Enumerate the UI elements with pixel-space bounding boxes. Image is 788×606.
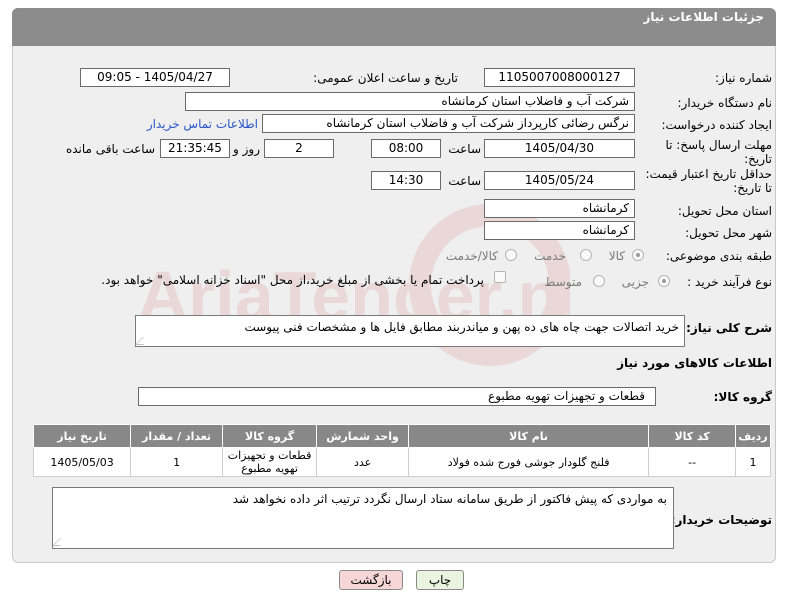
reply-days-label: روز و [233, 142, 260, 156]
goods-info-title: اطلاعات کالاهای مورد نیاز [617, 356, 772, 370]
announce-datetime-label: تاریخ و ساعت اعلان عمومی: [313, 71, 458, 85]
reply-days-field: 2 [264, 139, 334, 158]
reply-date-field: 1405/04/30 [484, 139, 635, 158]
delivery-city-field: کرمانشاه [484, 221, 635, 240]
col-goods-name: نام کالا [408, 424, 650, 448]
purchase-type-medium-radio[interactable] [593, 275, 605, 287]
announce-datetime-field: 1405/04/27 - 09:05 [80, 68, 230, 87]
table-row: 1 -- فلنج گلودار جوشی فورج شده فولاد عدد… [32, 447, 771, 477]
reply-time-label: ساعت [448, 142, 481, 156]
buyer-org-field: شرکت آب و فاضلاب استان کرمانشاه [185, 92, 635, 111]
purchase-type-small-radio[interactable] [658, 275, 670, 287]
category-goods-service-radio[interactable] [505, 249, 517, 261]
requester-label: ایجاد کننده درخواست: [661, 118, 772, 132]
buyer-org-label: نام دستگاه خریدار: [677, 96, 773, 110]
price-validity-label-2: تا تاریخ: [733, 181, 772, 195]
reply-deadline-label-1: مهلت ارسال پاسخ: تا [665, 138, 772, 152]
col-unit: واحد شمارش [316, 424, 410, 448]
buyer-contact-link[interactable]: اطلاعات تماس خریدار [147, 117, 258, 131]
buyer-notes-textarea[interactable]: به مواردی که پیش فاکتور از طریق سامانه س… [52, 487, 674, 549]
col-quantity: تعداد / مقدار [130, 424, 224, 448]
reply-time-field: 08:00 [371, 139, 441, 158]
description-textarea[interactable]: خرید اتصالات جهت چاه های ده پهن و میاندر… [135, 315, 685, 347]
buyer-notes-label: توضیحات خریدار: [670, 513, 772, 527]
cell-goods-code: -- [648, 447, 737, 477]
category-goods-service-label: کالا/خدمت [445, 249, 498, 263]
cell-goods-group: قطعات و تجهیزات تهویه مطبوع [222, 447, 318, 477]
treasury-payment-checkbox[interactable] [494, 271, 506, 283]
description-label: شرح کلی نیاز: [686, 321, 772, 335]
cell-row-number: 1 [735, 447, 771, 477]
goods-table-header-row: ردیف کد کالا نام کالا واحد شمارش گروه کا… [32, 424, 771, 448]
cell-need-date: 1405/05/03 [32, 447, 132, 477]
delivery-province-label: استان محل تحویل: [677, 204, 772, 218]
col-goods-group: گروه کالا [222, 424, 318, 448]
price-validity-time-label: ساعت [448, 174, 481, 188]
page-title: جزئیات اطلاعات نیاز [643, 10, 764, 24]
goods-group-label: گروه کالا: [713, 390, 772, 404]
remaining-time-label: ساعت باقی مانده [65, 142, 155, 156]
col-need-date: تاریخ نیاز [32, 424, 132, 448]
price-validity-label-1: حداقل تاریخ اعتبار قیمت: [645, 167, 772, 181]
category-service-radio[interactable] [580, 249, 592, 261]
category-goods-label: کالا [608, 249, 625, 263]
reply-deadline-label-2: تاریخ: [744, 152, 772, 166]
delivery-province-field: کرمانشاه [484, 199, 635, 218]
col-row-number: ردیف [735, 424, 771, 448]
remaining-time-field: 21:35:45 [160, 139, 230, 158]
requester-field: نرگس رضائی کارپرداز شرکت آب و فاضلاب است… [262, 114, 635, 133]
category-label: طبقه بندی موضوعی: [665, 249, 772, 263]
back-button[interactable]: بازگشت [339, 570, 403, 590]
category-goods-radio[interactable] [632, 249, 644, 261]
cell-goods-name: فلنج گلودار جوشی فورج شده فولاد [408, 447, 650, 477]
cell-quantity: 1 [130, 447, 224, 477]
purchase-type-small-label: جزیی [621, 275, 649, 289]
cell-unit: عدد [316, 447, 410, 477]
goods-table: ردیف کد کالا نام کالا واحد شمارش گروه کا… [32, 424, 771, 477]
purchase-type-label: نوع فرآیند خرید : [687, 275, 772, 289]
need-number-label: شماره نیاز: [715, 71, 772, 85]
price-validity-date-field: 1405/05/24 [484, 171, 635, 190]
purchase-type-medium-label: متوسط [544, 275, 582, 289]
category-service-label: خدمت [534, 249, 566, 263]
need-number-field: 1105007008000127 [484, 68, 635, 87]
col-goods-code: کد کالا [648, 424, 737, 448]
treasury-payment-note: پرداخت تمام یا بخشی از مبلغ خرید،از محل … [101, 273, 484, 287]
price-validity-time-field: 14:30 [371, 171, 441, 190]
print-button[interactable]: چاپ [416, 570, 464, 590]
delivery-city-label: شهر محل تحویل: [685, 226, 772, 240]
goods-group-field: قطعات و تجهیزات تهویه مطبوع [138, 387, 656, 406]
